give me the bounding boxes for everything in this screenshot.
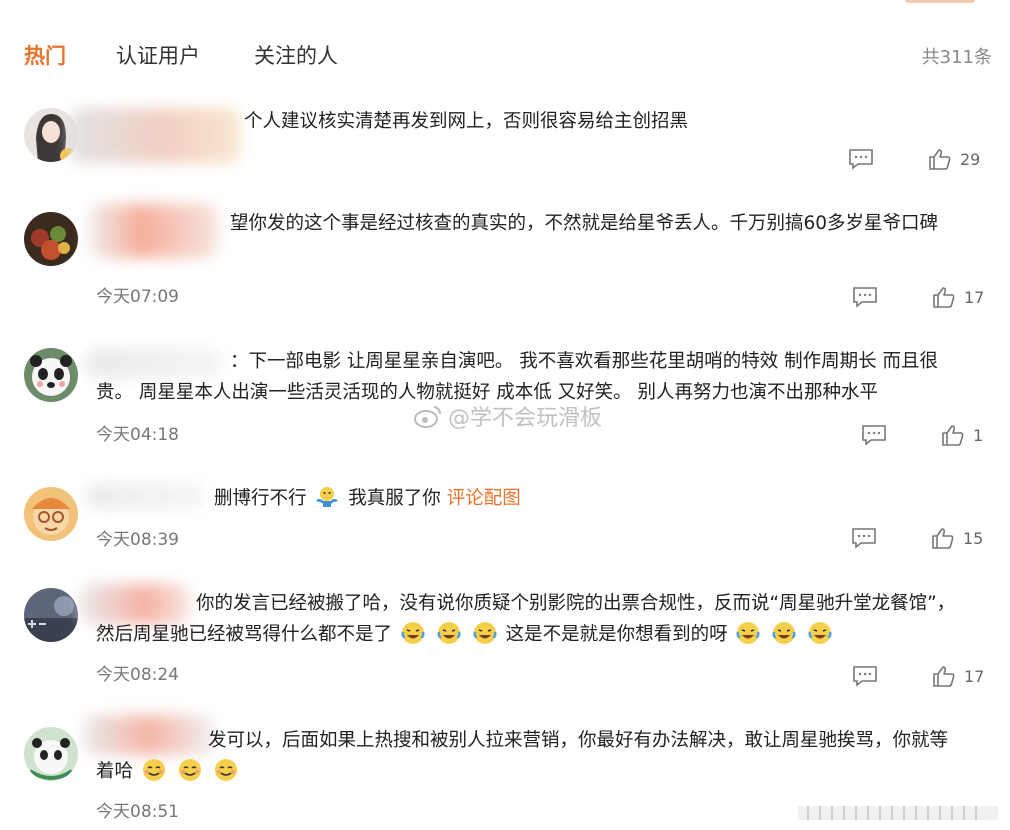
comment-text-line2: 着哈 xyxy=(96,756,992,787)
reply-icon[interactable] xyxy=(852,665,878,687)
like-count: 17 xyxy=(964,287,985,307)
laugh-cry-emoji-icon xyxy=(772,622,796,644)
like-count: 29 xyxy=(960,149,981,169)
laugh-cry-emoji-icon xyxy=(808,622,832,644)
comment-text: 发可以，后面如果上热搜和被别人拉来营销，你最好有办法解决，敢让周星驰挨骂，你就等 xyxy=(208,730,949,751)
comment-text: 个人建议核实清楚再发到网上，否则很容易给主创招黑 xyxy=(244,111,689,132)
tab-hot[interactable]: 热门 xyxy=(24,40,66,70)
reply-icon[interactable] xyxy=(848,148,874,170)
thumbs-up-icon xyxy=(932,528,954,549)
smile-emoji-icon xyxy=(142,759,165,781)
comment-item: 望你发的这个事是经过核查的真实的，不然就是给星爷丢人。千万别搞60多岁星爷口碑 … xyxy=(0,200,1010,330)
comment-total-count: 共311条 xyxy=(921,47,992,68)
avatar[interactable] xyxy=(24,487,78,541)
comment-text: 着哈 xyxy=(96,761,134,782)
smile-emoji-icon xyxy=(178,759,201,781)
comment-text-line2: 然后周星驰已经被骂得什么都不是了 这是不是就是你想看到的呀 xyxy=(96,619,992,650)
avatar[interactable] xyxy=(24,348,78,402)
like-count: 15 xyxy=(963,528,984,548)
like-button[interactable]: 29 xyxy=(928,148,980,170)
watermark-text: @学不会玩滑板 xyxy=(448,406,603,431)
shrug-emoji-icon xyxy=(316,487,338,507)
thumbs-up-icon xyxy=(933,287,955,308)
weibo-logo-icon xyxy=(414,406,441,428)
reply-icon[interactable] xyxy=(861,424,887,446)
like-button[interactable]: 17 xyxy=(932,665,984,687)
like-button[interactable]: 17 xyxy=(932,286,984,308)
comment-text: 望你发的这个事是经过核查的真实的，不然就是给星爷丢人。千万别搞60多岁星爷口碑 xyxy=(230,213,939,234)
blurred-username xyxy=(84,715,214,755)
reply-icon[interactable] xyxy=(852,286,878,308)
like-count: 1 xyxy=(973,425,984,445)
comment-timestamp: 今天04:18 xyxy=(96,425,179,445)
blurred-username xyxy=(86,483,206,509)
comment-text: 你的发言已经被搬了哈，没有说你质疑个别影院的出票合规性，反而说“周星驰升堂龙餐馆… xyxy=(196,593,956,614)
laugh-cry-emoji-icon xyxy=(736,622,760,644)
tab-verified-users[interactable]: 认证用户 xyxy=(116,40,200,70)
smile-emoji-icon xyxy=(214,759,237,781)
comment-text: 然后周星驰已经被骂得什么都不是了 xyxy=(96,624,393,645)
blurred-username xyxy=(88,204,218,258)
avatar[interactable] xyxy=(24,212,78,266)
laugh-cry-emoji-icon xyxy=(473,622,497,644)
comment-text-line: 删博行不行 我真服了你 评论配图 xyxy=(214,483,992,514)
comment-item: 个人建议核实清楚再发到网上，否则很容易给主创招黑 29 xyxy=(0,100,1010,195)
comment-text: 删博行不行 xyxy=(214,488,307,509)
comment-item: 你的发言已经被搬了哈，没有说你质疑个别影院的出票合规性，反而说“周星驰升堂龙餐馆… xyxy=(0,580,1010,700)
thumbs-up-icon xyxy=(929,149,951,170)
comment-item: 删博行不行 我真服了你 评论配图 今天08:39 15 xyxy=(0,475,1010,575)
blurred-username xyxy=(86,348,222,378)
blurred-username xyxy=(70,108,240,163)
thumbs-up-icon xyxy=(933,666,955,687)
comment-text-2: 我真服了你 xyxy=(348,488,441,509)
avatar[interactable] xyxy=(24,588,78,642)
laugh-cry-emoji-icon xyxy=(401,622,425,644)
like-button[interactable]: 15 xyxy=(931,527,983,549)
bottom-watermark-bar xyxy=(798,806,998,820)
like-count: 17 xyxy=(964,666,985,686)
comment-timestamp: 今天08:39 xyxy=(96,530,179,550)
avatar[interactable] xyxy=(24,727,78,781)
comment-timestamp: 今天08:51 xyxy=(96,802,179,822)
comment-tabs: 热门 认证用户 关注的人 共311条 xyxy=(0,0,1010,100)
comment-text-2: 这是不是就是你想看到的呀 xyxy=(505,624,728,645)
like-button[interactable]: 1 xyxy=(941,424,983,446)
comment-timestamp: 今天08:24 xyxy=(96,665,179,685)
thumbs-up-icon xyxy=(942,425,964,446)
comment-text: ：下一部电影 让周星星亲自演吧。 我不喜欢看那些花里胡哨的特效 制作周期长 而且… xyxy=(230,351,939,372)
blurred-username xyxy=(80,584,190,624)
laugh-cry-emoji-icon xyxy=(437,622,461,644)
comment-timestamp: 今天07:09 xyxy=(96,287,179,307)
tab-following[interactable]: 关注的人 xyxy=(254,40,338,70)
watermark: @学不会玩滑板 xyxy=(414,400,602,432)
reply-icon[interactable] xyxy=(851,527,877,549)
comment-image-link[interactable]: 评论配图 xyxy=(447,488,521,509)
